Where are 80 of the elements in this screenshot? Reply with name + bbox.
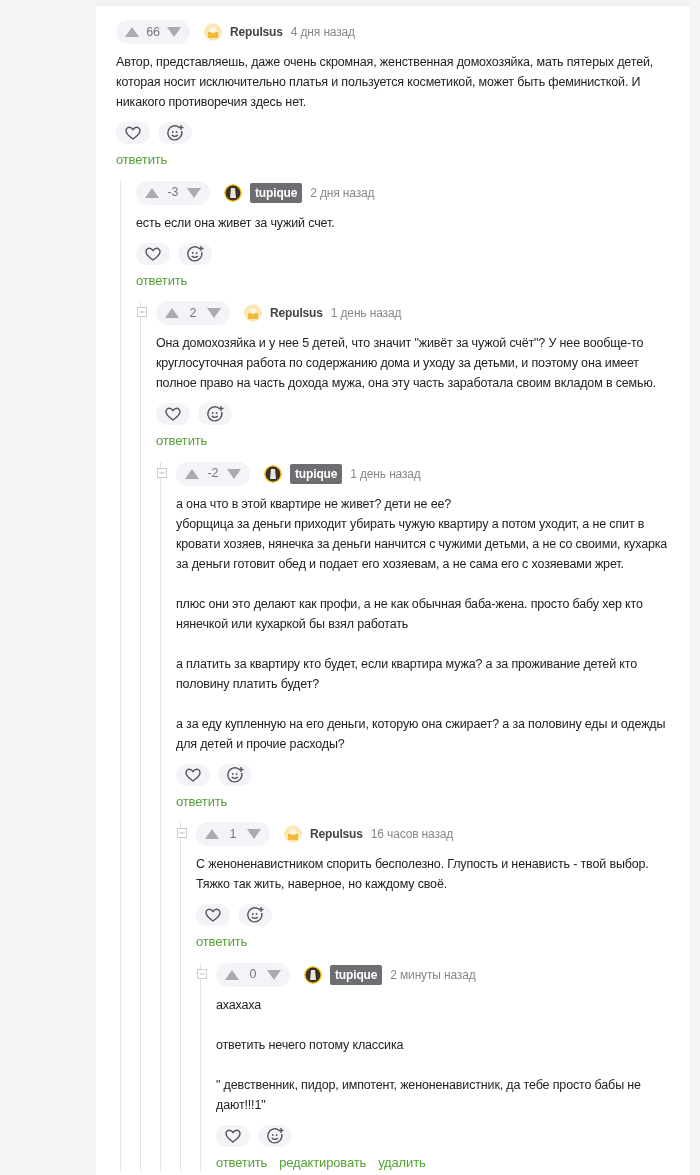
rating-count: 2 <box>188 304 198 322</box>
smiley-icon <box>226 765 244 784</box>
comment-text: есть если она живет за чужий счет. <box>136 214 336 232</box>
smiley-icon <box>166 124 184 142</box>
downvote-button[interactable] <box>266 968 282 981</box>
add-reaction-button[interactable] <box>238 904 272 926</box>
smiley-icon <box>266 1126 284 1145</box>
like-button[interactable] <box>196 904 230 926</box>
comment-action-link[interactable]: ответить <box>136 270 188 290</box>
comment-text: а платить за квартиру кто будет, если квартира мужа? а за проживание детей кто половину платить будет? <box>176 655 639 693</box>
downvote-button[interactable] <box>166 26 182 38</box>
comment-action-link[interactable]: ответить <box>196 932 248 952</box>
rating-count: -3 <box>166 184 180 202</box>
author-name[interactable]: tupique <box>330 964 383 985</box>
comment-time: 1 день назад <box>330 305 402 322</box>
author-name[interactable]: Repulsus <box>310 825 363 843</box>
comment-time: 4 дня назад <box>290 24 355 41</box>
comment-text: плюс они это делают как профи, а не как обычная баба-жена. просто бабу хер кто нянечкой или кухаркой бы взял работать <box>176 595 644 633</box>
collapse-icon[interactable] <box>197 968 207 979</box>
collapse-icon[interactable] <box>157 467 167 478</box>
heart-icon <box>145 246 161 261</box>
author-name[interactable]: Repulsus <box>230 23 283 41</box>
add-reaction-button[interactable] <box>218 763 252 786</box>
comment-text: а за еду купленную на его деньги, которую она сжирает? а за половину еды и одежды для детей и прочие расходы? <box>176 715 667 753</box>
comment-action-link[interactable]: ответить <box>176 791 228 811</box>
comment-text: ахахаха <box>216 996 263 1014</box>
add-reaction-button[interactable] <box>198 403 232 425</box>
rating-count: 0 <box>248 966 258 984</box>
comment-time: 2 минуты назад <box>390 966 476 984</box>
comment-action-link[interactable]: ответить <box>216 1152 268 1172</box>
smiley-icon <box>186 244 204 263</box>
author-name[interactable]: tupique <box>290 463 343 484</box>
rating-count: 1 <box>228 825 238 843</box>
downvote-button[interactable] <box>186 186 202 199</box>
like-button[interactable] <box>156 403 190 425</box>
collapse-icon[interactable] <box>137 307 147 317</box>
upvote-button[interactable] <box>144 186 160 199</box>
heart-icon <box>165 407 181 421</box>
downvote-button[interactable] <box>226 467 242 480</box>
comment-text: Она домохозяйка и у нее 5 детей, что значит "живёт за чужой счёт"? У нее вообще-то круглосуточная работа по содержанию дома и уходу за детьми, и поэтому она имеет полное право на часть дохода мужа, она эту часть заработала своим вкладом в семью. <box>156 335 657 392</box>
like-button[interactable] <box>136 242 170 265</box>
upvote-button[interactable] <box>224 968 240 981</box>
upvote-button[interactable] <box>184 467 200 480</box>
add-reaction-button[interactable] <box>158 122 192 144</box>
upvote-button[interactable] <box>164 307 180 319</box>
smiley-icon <box>206 405 224 423</box>
heart-icon <box>205 908 221 922</box>
like-button[interactable] <box>176 763 210 786</box>
avatar[interactable] <box>264 464 282 483</box>
avatar[interactable] <box>304 965 322 984</box>
avatar[interactable] <box>224 183 242 202</box>
add-reaction-button[interactable] <box>258 1124 292 1147</box>
comment-time: 1 день назад <box>350 465 421 483</box>
comment-time: 16 часов назад <box>370 826 454 843</box>
comment-text: ответить нечего потому классика <box>216 1036 405 1054</box>
comment-text: Автор, представляешь, даже очень скромная, женственная домохозяйка, мать пятерых детей, которая носит исключительно платья и пользуется косметикой, может быть феминисткой. И никакого противоречия здесь нет. <box>116 54 655 111</box>
downvote-button[interactable] <box>206 307 222 319</box>
comment-text: С женоненавистником спорить бесполезно. Глупость и ненависть - твой выбор. Тяжко так жить, наверное, но каждому своё. <box>196 856 650 893</box>
author-name[interactable]: tupique <box>250 182 303 203</box>
author-name[interactable]: Repulsus <box>270 304 323 322</box>
comment-time: 2 дня назад <box>310 184 375 202</box>
upvote-button[interactable] <box>124 26 140 38</box>
rating-count: 66 <box>146 23 160 41</box>
upvote-button[interactable] <box>204 828 220 840</box>
heart-icon <box>125 126 141 140</box>
rating-count: -2 <box>206 465 220 483</box>
collapse-icon[interactable] <box>177 828 187 838</box>
comment-text: а она что в этой квартире не живет? дети не ее? уборщица за деньги приходит убирать чужую квартиру а потом уходит, а не спит в кровати хозяев, нянечка за деньги нанчится с чужими детьми, а не со своими, кухарка за деньги готовит обед и подает его хозяевам, а не сама его с хозяевами жрет. <box>176 495 669 573</box>
add-reaction-button[interactable] <box>178 242 212 265</box>
like-button[interactable] <box>116 122 150 144</box>
comment-action-link[interactable]: удалить <box>378 1152 426 1172</box>
comment-action-link[interactable]: редактировать <box>279 1152 367 1172</box>
like-button[interactable] <box>216 1124 250 1147</box>
comment-action-link[interactable]: ответить <box>116 150 168 170</box>
smiley-icon <box>246 906 264 924</box>
heart-icon <box>225 1128 241 1143</box>
heart-icon <box>185 767 201 782</box>
downvote-button[interactable] <box>246 828 262 840</box>
comment-text: " девственник, пидор, импотент, женоненавистник, да тебе просто бабы не дают!!!1" <box>216 1076 642 1114</box>
comment-action-link[interactable]: ответить <box>156 431 208 451</box>
